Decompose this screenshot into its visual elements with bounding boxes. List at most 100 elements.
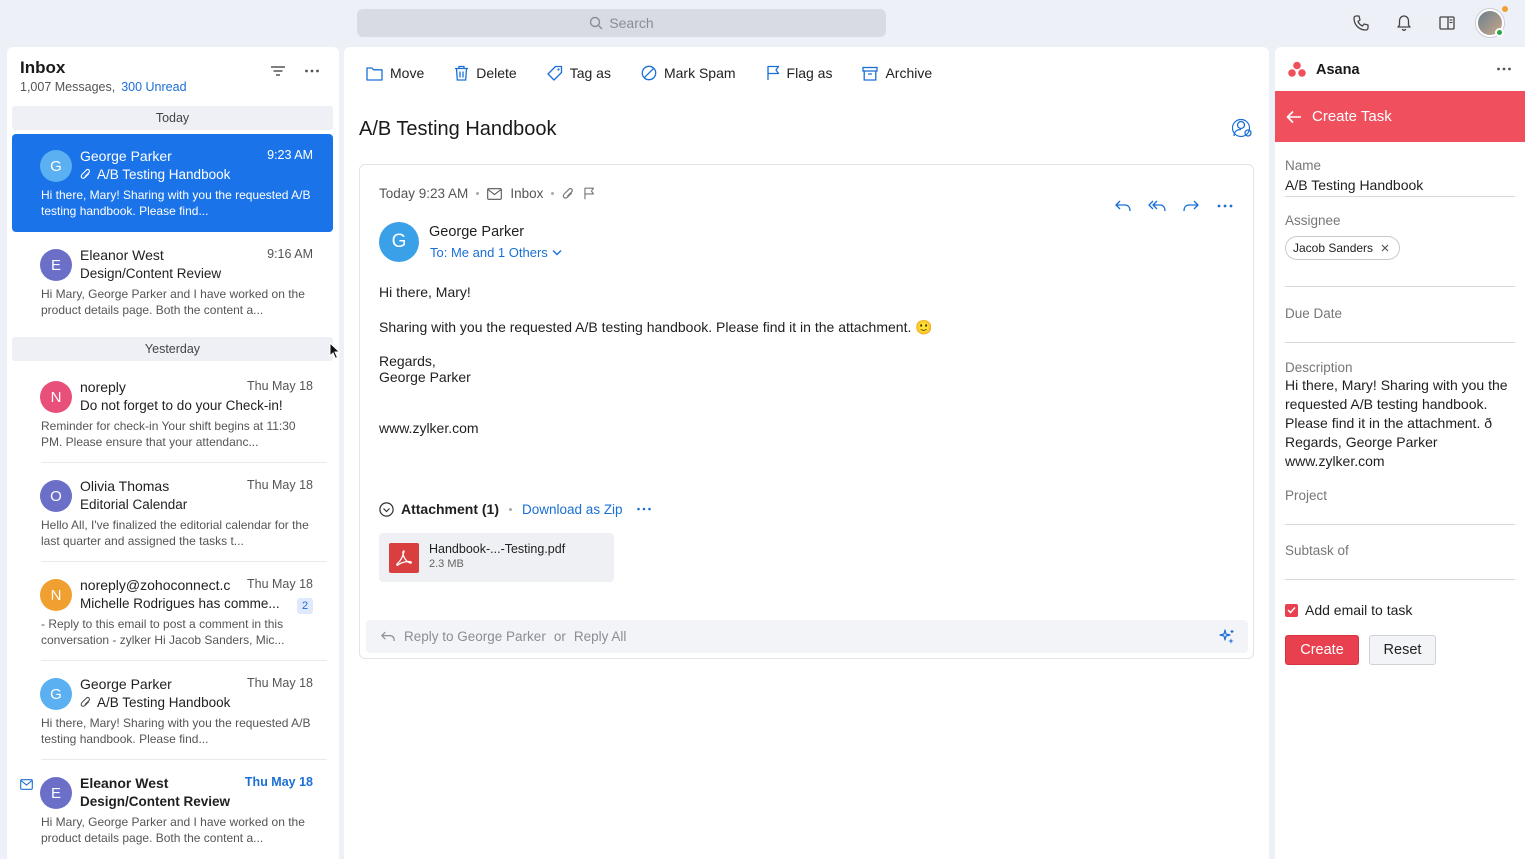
more-options-icon[interactable]	[636, 504, 652, 514]
divider	[1285, 286, 1515, 287]
more-options-icon[interactable]	[1496, 64, 1512, 74]
mail-list-item[interactable]: N noreply Thu May 18 Do not forget to do…	[12, 365, 333, 463]
forward-icon[interactable]	[1181, 196, 1201, 216]
mail-list-item[interactable]: E Eleanor West Thu May 18 Design/Content…	[12, 761, 333, 859]
unread-link[interactable]: 300 Unread	[121, 80, 186, 94]
download-zip-link[interactable]: Download as Zip	[522, 502, 623, 517]
delete-label: Delete	[476, 65, 517, 81]
project-field[interactable]: Project	[1285, 488, 1327, 503]
ai-sparkle-icon[interactable]	[1218, 628, 1236, 646]
search-icon	[590, 16, 603, 30]
mark-spam-label: Mark Spam	[663, 65, 736, 81]
search-input[interactable]: Search	[357, 9, 886, 37]
reading-pane-icon[interactable]	[1436, 12, 1458, 34]
file-name: Handbook-...-Testing.pdf	[429, 542, 566, 556]
user-avatar[interactable]	[1476, 6, 1508, 37]
mail-list-item[interactable]: G George Parker Thu May 18 A/B Testing H…	[12, 662, 333, 760]
divider	[41, 462, 327, 463]
mail-sender: Eleanor West	[80, 775, 169, 791]
assignee-chip[interactable]: Jacob Sanders	[1285, 236, 1401, 260]
name-label: Name	[1285, 158, 1322, 173]
divider	[1285, 196, 1515, 197]
create-task-title: Create Task	[1312, 108, 1392, 125]
add-email-label: Add email to task	[1305, 602, 1413, 618]
name-field[interactable]: A/B Testing Handbook	[1285, 177, 1423, 193]
phone-icon[interactable]	[1350, 12, 1372, 34]
move-button[interactable]: Move	[366, 65, 424, 81]
description-field[interactable]: Hi there, Mary! Sharing with you the req…	[1285, 376, 1517, 471]
body-website[interactable]: www.zylker.com	[379, 420, 479, 436]
trash-icon	[455, 65, 469, 81]
bell-icon[interactable]	[1393, 12, 1415, 34]
remove-icon[interactable]	[1381, 244, 1389, 252]
reply-or-text: or	[553, 629, 566, 644]
flag-label: Flag as	[786, 65, 833, 81]
assignee-label: Assignee	[1285, 213, 1341, 228]
mail-time: Thu May 18	[246, 379, 313, 393]
mail-list-item[interactable]: G George Parker 9:23 AM A/B Testing Hand…	[12, 134, 333, 232]
mail-subject: Design/Content Review	[80, 266, 221, 281]
archive-label: Archive	[885, 65, 933, 81]
archive-button[interactable]: Archive	[862, 65, 932, 81]
reply-all-icon[interactable]	[1147, 196, 1167, 216]
reply-icon[interactable]	[1113, 196, 1133, 216]
tag-button[interactable]: Tag as	[547, 65, 611, 81]
attachment-label: Attachment (1)	[401, 501, 500, 517]
divider	[1285, 342, 1515, 343]
recipients-label: To: Me and 1 Others	[430, 245, 548, 260]
more-actions-icon[interactable]	[1215, 196, 1235, 216]
flag-button[interactable]: Flag as	[766, 65, 833, 81]
message-card: Today 9:23 AM Inbox G George Parker To: …	[359, 164, 1254, 659]
quick-reply-bar[interactable]: Reply to George Parker or Reply All	[366, 620, 1248, 653]
mail-time: Thu May 18	[244, 775, 313, 789]
messages-count: 1,007 Messages,	[20, 80, 116, 94]
subtask-field[interactable]: Subtask of	[1285, 543, 1349, 558]
contact-settings-icon[interactable]	[1232, 118, 1254, 138]
attachment-icon[interactable]	[562, 187, 575, 201]
reset-button[interactable]: Reset	[1369, 635, 1436, 665]
search-placeholder: Search	[609, 15, 654, 31]
assignee-name: Jacob Sanders	[1293, 241, 1374, 255]
mark-spam-button[interactable]: Mark Spam	[641, 65, 736, 81]
collapse-circle-icon[interactable]	[379, 501, 394, 517]
add-email-checkbox[interactable]: Add email to task	[1285, 602, 1412, 618]
mail-subject: Design/Content Review	[80, 794, 230, 809]
due-date-field[interactable]: Due Date	[1285, 306, 1342, 321]
reply-icon	[381, 631, 395, 641]
message-date: Today 9:23 AM	[379, 186, 469, 201]
filter-icon[interactable]	[270, 64, 286, 78]
mail-subject: Do not forget to do your Check-in!	[80, 398, 283, 413]
sender-name[interactable]: George Parker	[429, 224, 524, 240]
reply-all-link[interactable]: Reply All	[574, 629, 627, 644]
divider	[41, 660, 327, 661]
mail-sender: George Parker	[80, 676, 172, 692]
body-regards: Regards,	[379, 353, 436, 369]
mail-subject-text: A/B Testing Handbook	[97, 167, 231, 182]
mail-list-item[interactable]: N noreply@zohoconnect.c Thu May 18 Miche…	[12, 563, 333, 661]
reply-to-link[interactable]: Reply to George Parker	[404, 629, 546, 644]
sender-avatar: G	[40, 150, 72, 182]
attachment-file-card[interactable]: Handbook-...-Testing.pdf 2.3 MB	[379, 533, 614, 582]
mail-subject-text: A/B Testing Handbook	[97, 695, 231, 710]
divider	[41, 759, 327, 760]
mail-time: Thu May 18	[246, 577, 313, 591]
unread-envelope-icon[interactable]	[20, 779, 33, 790]
create-button[interactable]: Create	[1285, 635, 1359, 665]
flag-icon[interactable]	[583, 187, 595, 200]
sender-avatar: G	[40, 678, 72, 710]
sender-avatar: O	[40, 480, 72, 512]
mail-list-item[interactable]: E Eleanor West 9:16 AM Design/Content Re…	[12, 233, 333, 331]
mail-list-item[interactable]: O Olivia Thomas Thu May 18 Editorial Cal…	[12, 464, 333, 562]
delete-button[interactable]: Delete	[454, 65, 517, 81]
divider	[1285, 524, 1515, 525]
more-options-icon[interactable]	[304, 64, 320, 78]
back-arrow-icon[interactable]	[1286, 110, 1302, 124]
mail-subject-text: Design/Content Review	[80, 266, 222, 281]
recipients-dropdown[interactable]: To: Me and 1 Others	[430, 245, 562, 260]
message-folder[interactable]: Inbox	[510, 186, 543, 201]
sender-avatar: E	[40, 777, 72, 809]
sender-avatar: E	[40, 249, 72, 281]
mail-subject: Editorial Calendar	[80, 497, 187, 512]
mail-time: Thu May 18	[246, 478, 313, 492]
reading-pane: Move Delete Tag as Mark Spam Flag as Arc…	[344, 47, 1269, 859]
